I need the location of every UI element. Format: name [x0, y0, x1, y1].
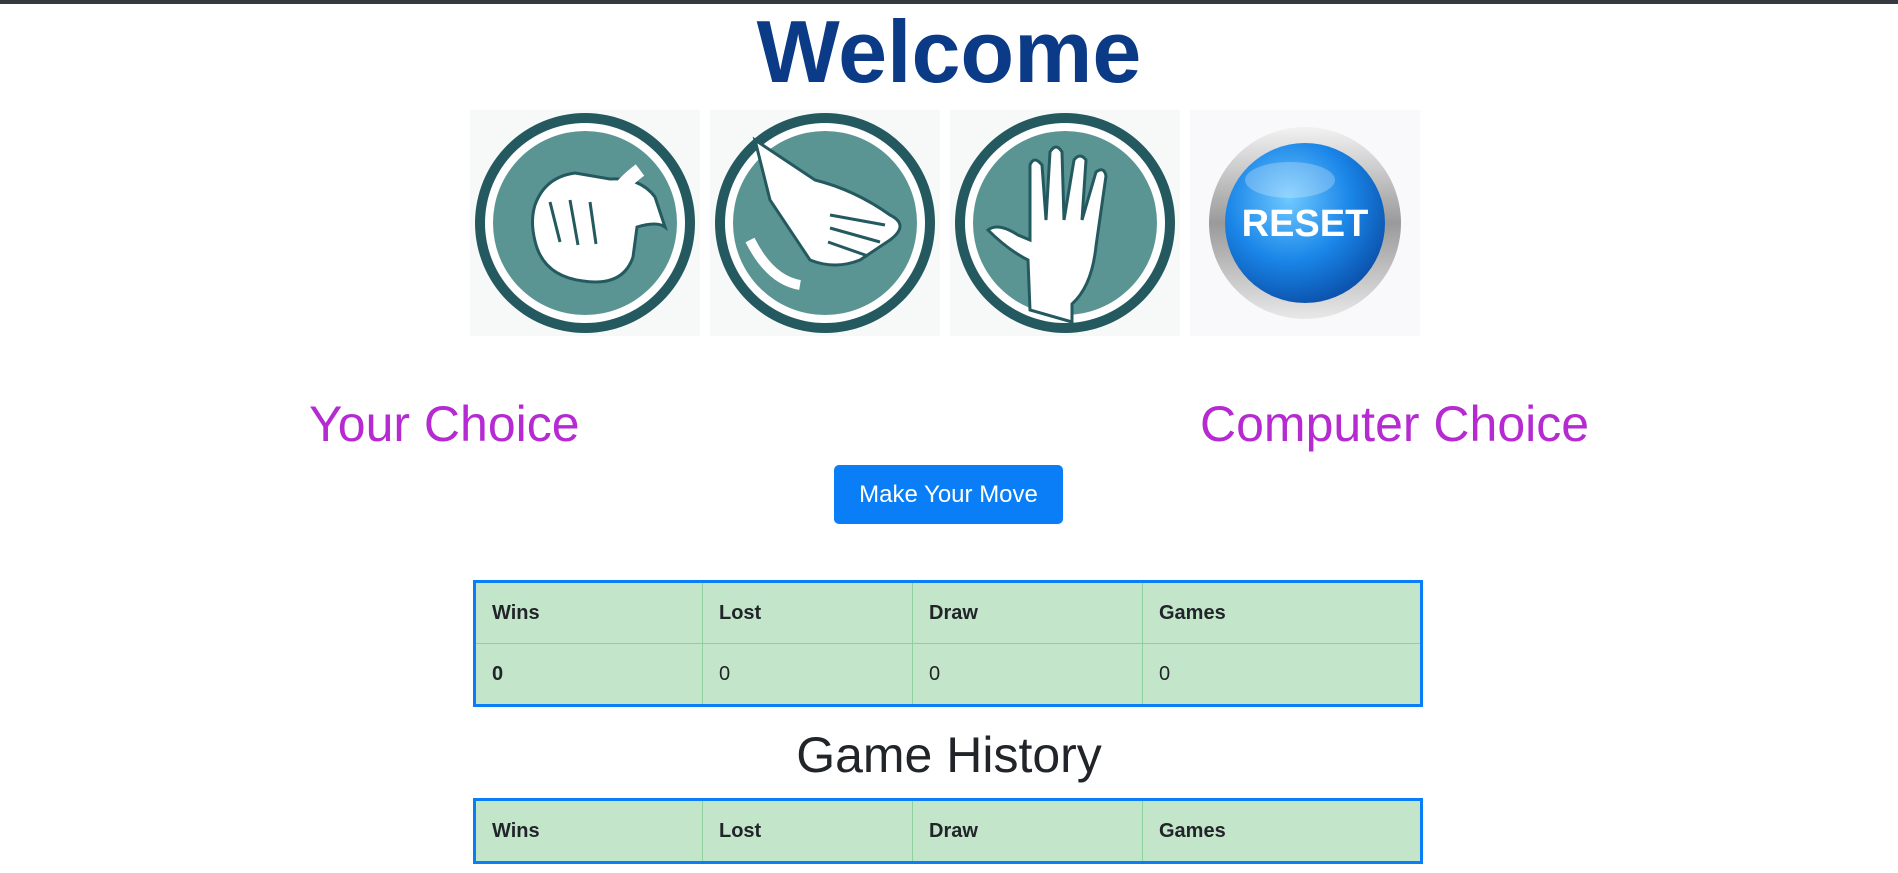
header-draw: Draw — [912, 581, 1143, 644]
scoreboard-table: Wins Lost Draw Games 0 0 0 0 — [473, 580, 1423, 707]
history-table: Wins Lost Draw Games — [473, 798, 1423, 864]
lost-value: 0 — [702, 643, 913, 706]
game-history-title: Game History — [796, 727, 1102, 783]
spock-button[interactable] — [950, 110, 1180, 336]
scoreboard-header-row: Wins Lost Draw Games — [474, 581, 1422, 644]
history-header-games: Games — [1142, 799, 1422, 863]
header-wins: Wins — [474, 581, 703, 644]
paper-hand-icon — [710, 110, 940, 336]
reset-button-icon: RESET — [1190, 110, 1420, 336]
spock-hand-icon — [950, 110, 1180, 336]
history-header-draw: Draw — [912, 799, 1143, 863]
history-header-lost: Lost — [702, 799, 913, 863]
history-header-row: Wins Lost Draw Games — [474, 799, 1422, 863]
make-your-move-button[interactable]: Make Your Move — [834, 465, 1063, 524]
move-options: RESET — [470, 110, 1430, 340]
reset-label: RESET — [1242, 203, 1369, 245]
reset-button[interactable]: RESET — [1190, 110, 1420, 336]
history-header-wins: Wins — [474, 799, 703, 863]
header-games: Games — [1142, 581, 1422, 644]
games-value: 0 — [1142, 643, 1422, 706]
paper-button[interactable] — [710, 110, 940, 336]
header-lost: Lost — [702, 581, 913, 644]
your-choice-label: Your Choice — [309, 396, 580, 452]
draw-value: 0 — [912, 643, 1143, 706]
scoreboard-values-row: 0 0 0 0 — [474, 643, 1422, 706]
wins-value: 0 — [474, 643, 703, 706]
page-title: Welcome — [756, 2, 1142, 101]
computer-choice-label: Computer Choice — [1200, 396, 1590, 452]
rock-button[interactable] — [470, 110, 700, 336]
rock-fist-icon — [470, 110, 700, 336]
